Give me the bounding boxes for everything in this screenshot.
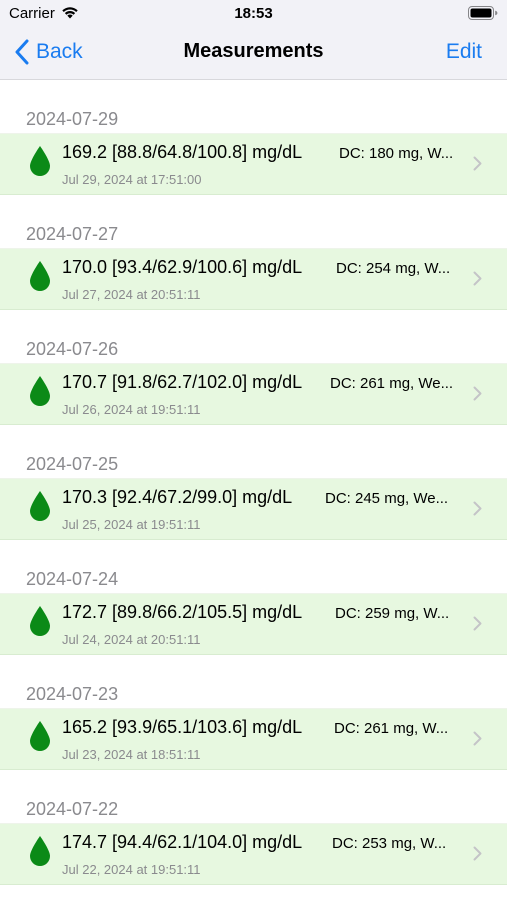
blood-drop-icon <box>30 146 50 176</box>
section-header-date: 2024-07-26 <box>26 339 119 359</box>
section-header-date: 2024-07-23 <box>26 684 119 704</box>
measurement-row[interactable]: 170.0 [93.4/62.9/100.6] mg/dL DC: 254 mg… <box>0 248 507 310</box>
section-header-date: 2024-07-29 <box>26 109 119 129</box>
measurement-values: 170.0 [93.4/62.9/100.6] mg/dL <box>62 257 303 277</box>
chevron-right-icon <box>473 731 482 746</box>
measurement-row[interactable]: 169.2 [88.8/64.8/100.8] mg/dL DC: 180 mg… <box>0 133 507 195</box>
page-title: Measurements <box>183 40 324 62</box>
measurement-values: 170.3 [92.4/67.2/99.0] mg/dL <box>62 487 293 507</box>
chevron-right-icon <box>473 616 482 631</box>
measurement-timestamp: Jul 22, 2024 at 19:51:11 <box>62 862 201 877</box>
measurement-detail: DC: 259 mg, W... <box>335 605 450 622</box>
measurement-detail: DC: 245 mg, We... <box>325 490 449 507</box>
chevron-right-icon <box>473 271 482 286</box>
measurement-timestamp: Jul 25, 2024 at 19:51:11 <box>62 517 201 532</box>
blood-drop-icon <box>30 606 50 636</box>
navigation-bar: Back Measurements Edit <box>0 26 507 80</box>
measurement-timestamp: Jul 24, 2024 at 20:51:11 <box>62 632 201 647</box>
measurement-row[interactable]: 172.7 [89.8/66.2/105.5] mg/dL DC: 259 mg… <box>0 593 507 655</box>
measurement-timestamp: Jul 26, 2024 at 19:51:11 <box>62 402 201 417</box>
measurement-values: 169.2 [88.8/64.8/100.8] mg/dL <box>62 142 303 162</box>
section-header-date: 2024-07-27 <box>26 224 119 244</box>
edit-button[interactable]: Edit <box>446 40 482 64</box>
measurement-row[interactable]: 170.3 [92.4/67.2/99.0] mg/dL DC: 245 mg,… <box>0 478 507 540</box>
measurement-detail: DC: 261 mg, W... <box>334 720 449 737</box>
chevron-right-icon <box>473 846 482 861</box>
measurement-values: 170.7 [91.8/62.7/102.0] mg/dL <box>62 372 303 392</box>
list-section: 2024-07-26 170.7 [91.8/62.7/102.0] mg/dL… <box>0 310 507 425</box>
measurement-detail: DC: 261 mg, We... <box>330 375 454 392</box>
measurement-detail: DC: 253 mg, W... <box>332 835 447 852</box>
chevron-right-icon <box>473 386 482 401</box>
chevron-right-icon <box>473 156 482 171</box>
section-header-date: 2024-07-24 <box>26 569 119 589</box>
section-header-date: 2024-07-25 <box>26 454 119 474</box>
list-section: 2024-07-27 170.0 [93.4/62.9/100.6] mg/dL… <box>0 195 507 310</box>
measurement-row[interactable]: 165.2 [93.9/65.1/103.6] mg/dL DC: 261 mg… <box>0 708 507 770</box>
blood-drop-icon <box>30 721 50 751</box>
list-section: 2024-07-22 174.7 [94.4/62.1/104.0] mg/dL… <box>0 770 507 885</box>
measurements-list[interactable]: 2024-07-29 169.2 [88.8/64.8/100.8] mg/dL… <box>0 80 507 885</box>
blood-drop-icon <box>30 261 50 291</box>
blood-drop-icon <box>30 376 50 406</box>
measurement-values: 165.2 [93.9/65.1/103.6] mg/dL <box>62 717 303 737</box>
measurement-row[interactable]: 174.7 [94.4/62.1/104.0] mg/dL DC: 253 mg… <box>0 823 507 885</box>
list-section: 2024-07-29 169.2 [88.8/64.8/100.8] mg/dL… <box>0 80 507 195</box>
measurement-values: 174.7 [94.4/62.1/104.0] mg/dL <box>62 832 303 852</box>
list-section: 2024-07-24 172.7 [89.8/66.2/105.5] mg/dL… <box>0 540 507 655</box>
list-section: 2024-07-23 165.2 [93.9/65.1/103.6] mg/dL… <box>0 655 507 770</box>
battery-icon <box>468 6 498 20</box>
measurement-timestamp: Jul 23, 2024 at 18:51:11 <box>62 747 201 762</box>
status-time: 18:53 <box>234 5 273 22</box>
status-bar: Carrier 18:53 <box>0 0 507 26</box>
chevron-right-icon <box>473 501 482 516</box>
blood-drop-icon <box>30 836 50 866</box>
measurement-detail: DC: 254 mg, W... <box>336 260 451 277</box>
list-section: 2024-07-25 170.3 [92.4/67.2/99.0] mg/dL … <box>0 425 507 540</box>
section-header-date: 2024-07-22 <box>26 799 119 819</box>
blood-drop-icon <box>30 491 50 521</box>
measurement-row[interactable]: 170.7 [91.8/62.7/102.0] mg/dL DC: 261 mg… <box>0 363 507 425</box>
measurement-timestamp: Jul 29, 2024 at 17:51:00 <box>62 172 202 187</box>
measurement-values: 172.7 [89.8/66.2/105.5] mg/dL <box>62 602 303 622</box>
measurement-detail: DC: 180 mg, W... <box>339 145 454 162</box>
measurement-timestamp: Jul 27, 2024 at 20:51:11 <box>62 287 201 302</box>
